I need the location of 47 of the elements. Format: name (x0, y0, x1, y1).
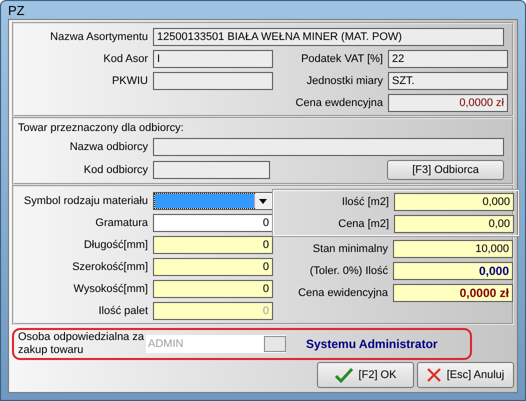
input-field[interactable]: 0 (153, 214, 273, 232)
field-label: Ilość [m2] (340, 196, 389, 208)
input-field[interactable]: 0,000 (394, 193, 514, 211)
input-field[interactable]: 0,000 (393, 262, 513, 280)
field-label: (Toler. 0%) Ilość (308, 265, 388, 277)
field-label: Długość[mm] (82, 239, 148, 251)
field-label: Osoba odpowiedzialna za zakup towaru (18, 331, 145, 357)
field-label: Szerokość[mm] (71, 261, 148, 273)
input-field[interactable] (153, 138, 504, 156)
field-label: PKWIU (110, 75, 148, 87)
section-heading: Towar przeznaczony dla odbiorcy: (18, 122, 185, 134)
close-icon (426, 368, 441, 382)
field-label: Symbol rodzaju materiału (22, 195, 148, 207)
input-field[interactable]: 22 (388, 50, 508, 68)
input-field[interactable]: 0 (153, 258, 273, 276)
ok-button[interactable]: [F2] OK (317, 362, 414, 388)
window-title: PZ (8, 2, 25, 18)
field-label: Wysokość[mm] (72, 283, 148, 295)
field-label: Jednostki miary (306, 75, 383, 87)
field-label: Kod Asor (102, 53, 148, 65)
input-field[interactable] (153, 161, 270, 179)
field-label: Ilość palet (97, 305, 148, 317)
cancel-button[interactable]: [Esc] Anuluj (417, 362, 514, 388)
field-label: Cena ewdencyjna (294, 97, 383, 109)
input-field[interactable]: 0,00 (394, 215, 514, 233)
input-field[interactable]: SZT. (388, 72, 508, 90)
field-label: Stan minimalny (312, 243, 388, 255)
field-label: Gramatura (94, 217, 148, 229)
dropdown-field[interactable] (153, 192, 273, 210)
field-label: Podatek VAT [%] (300, 53, 383, 65)
input-field[interactable] (153, 72, 273, 90)
user-name: Systemu Administrator (306, 337, 438, 351)
field-label: Nazwa Asortymentu (49, 31, 148, 43)
input-field[interactable]: 0,0000 zł (388, 94, 508, 112)
caret-icon (259, 198, 267, 204)
recipient-button[interactable]: [F3] Odbiorca (387, 160, 504, 180)
field-label: Kod odbiorcy (82, 164, 148, 176)
field-label: Nazwa odbiorcy (68, 141, 148, 153)
checkmark-icon (334, 367, 353, 383)
field-label: Cena ewidencyjna (297, 287, 388, 299)
input-field[interactable]: 0,0000 zł (393, 284, 513, 302)
input-field[interactable]: 0 (153, 236, 273, 254)
input-field[interactable]: 0 (153, 280, 273, 298)
input-field[interactable]: 10,000 (393, 240, 513, 258)
field-label: Cena [m2] (337, 218, 389, 230)
input-field[interactable]: I (153, 50, 273, 68)
input-field[interactable]: 12500133501 BIAŁA WEŁNA MINER (MAT. POW) (153, 28, 504, 46)
